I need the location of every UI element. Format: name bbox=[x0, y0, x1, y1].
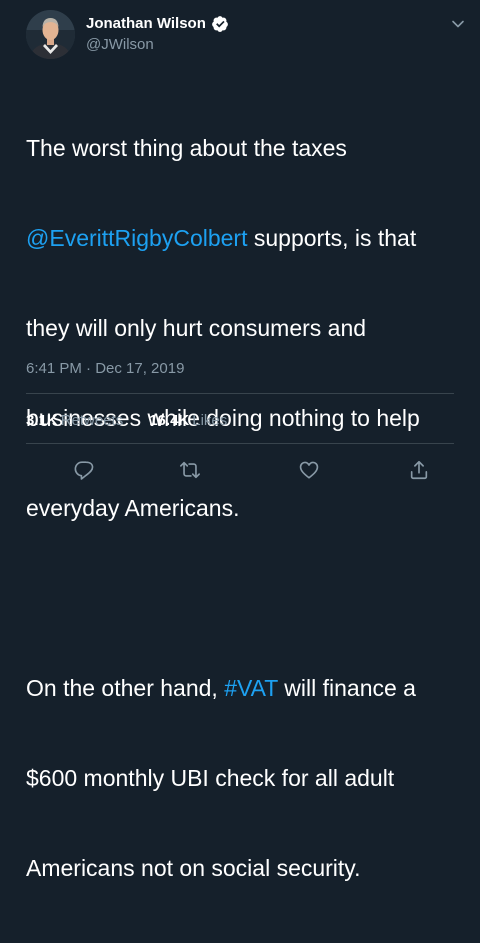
avatar[interactable] bbox=[26, 10, 75, 59]
text-segment: they will only hurt consumers and bbox=[26, 315, 367, 341]
divider bbox=[26, 443, 454, 444]
text-segment: On the other hand, bbox=[26, 675, 225, 701]
retweets-count: 3.1K bbox=[26, 412, 58, 429]
divider bbox=[26, 393, 454, 394]
text-segment: everyday Americans. bbox=[26, 495, 240, 521]
profile-photo-icon bbox=[26, 10, 75, 59]
user-handle[interactable]: @JWilson bbox=[86, 36, 229, 54]
text-segment: The worst thing about the taxes bbox=[26, 135, 347, 161]
chevron-down-icon[interactable] bbox=[450, 16, 466, 32]
retweets-label: Retweets bbox=[60, 412, 124, 429]
retweets-stat[interactable]: 3.1K Retweets bbox=[26, 412, 123, 430]
likes-count: 16.4K bbox=[149, 412, 190, 429]
tweet-line: Americans not on social security. bbox=[26, 853, 471, 883]
retweet-icon[interactable] bbox=[178, 458, 202, 482]
tweet-line: $600 monthly UBI check for all adult bbox=[26, 763, 471, 793]
hashtag-link[interactable]: #VAT bbox=[224, 675, 278, 701]
author-info: Jonathan Wilson @JWilson bbox=[86, 15, 229, 54]
tweet-line: @EverittRigbyColbert supports, is that bbox=[26, 223, 471, 253]
likes-label: Likes bbox=[192, 412, 228, 429]
tweet-timestamp[interactable]: 6:41 PM · Dec 17, 2019 bbox=[26, 360, 184, 378]
text-segment: Americans not on social security. bbox=[26, 855, 361, 881]
tweet-text: The worst thing about the taxes @Everitt… bbox=[26, 73, 471, 943]
text-segment: supports, is that bbox=[247, 225, 417, 251]
display-name[interactable]: Jonathan Wilson bbox=[86, 15, 206, 33]
reply-icon[interactable] bbox=[72, 458, 96, 482]
verified-badge-icon bbox=[211, 15, 229, 33]
tweet-line: The worst thing about the taxes bbox=[26, 133, 471, 163]
tweet-card: Jonathan Wilson @JWilson The worst thing… bbox=[0, 0, 480, 881]
text-segment: will finance a bbox=[277, 675, 416, 701]
tweet-header: Jonathan Wilson @JWilson bbox=[26, 10, 466, 62]
likes-stat[interactable]: 16.4K Likes bbox=[149, 412, 227, 430]
name-row: Jonathan Wilson bbox=[86, 15, 229, 33]
text-segment: $600 monthly UBI check for all adult bbox=[26, 765, 395, 791]
heart-icon[interactable] bbox=[297, 458, 321, 482]
tweet-line: On the other hand, #VAT will finance a bbox=[26, 673, 471, 703]
tweet-line: they will only hurt consumers and bbox=[26, 313, 471, 343]
share-icon[interactable] bbox=[407, 458, 431, 482]
mention-link[interactable]: @EverittRigbyColbert bbox=[26, 225, 247, 251]
tweet-stats: 3.1K Retweets 16.4K Likes bbox=[26, 412, 227, 430]
action-bar bbox=[0, 456, 480, 486]
